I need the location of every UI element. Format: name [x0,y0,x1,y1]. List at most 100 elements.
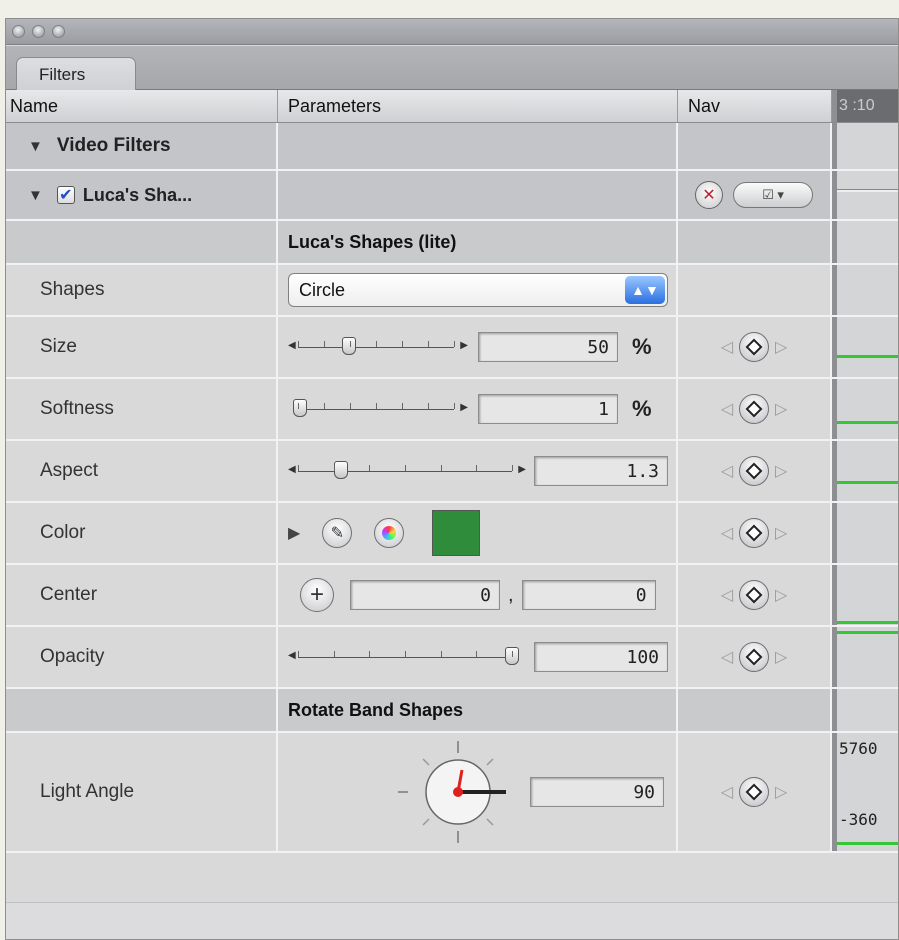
opacity-value-field[interactable]: 100 [534,642,668,672]
keyframe-curve [837,631,898,634]
remove-filter-icon[interactable]: ✕ [695,181,723,209]
slider-tick [376,403,377,409]
slider-tick [333,651,335,657]
keyframe-button[interactable] [739,777,769,807]
slider-tick [476,651,478,657]
param-label: Aspect [6,441,278,501]
next-keyframe-icon[interactable]: ▷ [775,585,787,605]
empty-cell [678,221,832,263]
column-header-parameters[interactable]: Parameters [278,90,678,122]
keyframe-button[interactable] [739,394,769,424]
previous-keyframe-icon[interactable]: ◁ [721,399,733,419]
light-angle-value-field[interactable]: 90 [530,777,664,807]
close-window-button[interactable] [12,25,25,38]
timeline-cell [832,317,898,377]
param-label: Center [6,565,278,625]
slider-tick [369,651,371,657]
shapes-select[interactable]: Circle ▲▼ [288,273,668,307]
disclosure-triangle-icon[interactable]: ▼ [28,187,43,204]
softness-slider[interactable]: ▶ [288,397,468,421]
previous-keyframe-icon[interactable]: ◁ [721,585,733,605]
timeline-cell [832,221,898,263]
light-angle-cell: 90 [278,733,678,851]
slider-tick [454,341,455,347]
softness-nav: ◁ ▷ [678,379,832,439]
next-keyframe-icon[interactable]: ▷ [775,337,787,357]
slider-tick [512,651,513,657]
empty-cell [6,221,278,263]
previous-keyframe-icon[interactable]: ◁ [721,647,733,667]
keyframe-button[interactable] [739,332,769,362]
color-nav: ◁ ▷ [678,503,832,563]
slider-thumb[interactable] [333,461,348,479]
center-x-field[interactable]: 0 [350,580,500,610]
previous-keyframe-icon[interactable]: ◁ [721,782,733,802]
size-value-field[interactable]: 50 [478,332,618,362]
slider-right-arrow-icon[interactable]: ▶ [460,402,468,413]
slider-tick [350,341,351,347]
color-swatch[interactable] [432,510,481,556]
angle-dial[interactable] [378,737,528,847]
eyedropper-icon[interactable]: ✎ [322,518,353,548]
slider-thumb[interactable] [292,399,307,417]
crosshair-icon[interactable]: + [300,578,334,612]
softness-value-field[interactable]: 1 [478,394,618,424]
slider-tick [369,465,371,471]
previous-keyframe-icon[interactable]: ◁ [721,337,733,357]
param-row-shapes: Shapes Circle ▲▼ [6,265,898,317]
previous-keyframe-icon[interactable]: ◁ [721,523,733,543]
disclosure-triangle-icon[interactable]: ▼ [28,138,43,155]
disclosure-triangle-icon[interactable]: ▶ [288,523,300,543]
keyframe-button[interactable] [739,580,769,610]
next-keyframe-icon[interactable]: ▷ [775,461,787,481]
keyframe-button[interactable] [739,456,769,486]
color-picker-icon[interactable] [374,518,405,548]
slider-left-arrow-icon[interactable]: ◀ [288,650,296,661]
next-keyframe-icon[interactable]: ▷ [775,782,787,802]
column-header-name[interactable]: Name [6,90,278,122]
previous-keyframe-icon[interactable]: ◁ [721,461,733,481]
next-keyframe-icon[interactable]: ▷ [775,523,787,543]
slider-tick [324,341,325,347]
timeline-timecode: 3 :10 [832,90,898,122]
opacity-cell: ◀ 100 [278,627,678,687]
timeline-lower-value: -360 [839,810,878,829]
slider-right-arrow-icon[interactable]: ▶ [460,340,468,351]
keyframe-curve [837,842,898,845]
aspect-slider[interactable]: ◀ ▶ [288,459,526,483]
timeline-cell [832,265,898,315]
center-y-field[interactable]: 0 [521,580,656,610]
timeline-cell [832,627,898,687]
section-title-text: Rotate Band Shapes [288,699,464,720]
minimize-window-button[interactable] [32,25,45,38]
video-filters-group[interactable]: ▼ Video Filters [6,123,278,169]
keyframe-button[interactable] [739,642,769,672]
filter-enabled-checkbox[interactable]: ✔ [56,186,75,204]
zoom-window-button[interactable] [52,25,65,38]
next-keyframe-icon[interactable]: ▷ [775,647,787,667]
slider-left-arrow-icon[interactable]: ◀ [288,464,296,475]
empty-cell [678,265,832,315]
keyframe-button[interactable] [739,518,769,548]
aspect-value-field[interactable]: 1.3 [534,456,668,486]
slider-tick [350,403,351,409]
keyframe-curve [837,355,898,358]
param-row-softness: Softness ▶ 1 % ◁ ▷ [6,379,898,441]
slider-left-arrow-icon[interactable]: ◀ [288,340,296,351]
param-label: Shapes [6,265,278,315]
next-keyframe-icon[interactable]: ▷ [775,399,787,419]
column-header-nav[interactable]: Nav [678,90,832,122]
keyframe-curve [837,621,898,624]
timeline-cell [832,123,898,169]
timeline-cell: 5760 -360 [832,733,898,851]
opacity-slider[interactable]: ◀ [288,645,526,669]
empty-cell [278,171,678,219]
timeline-cell [832,503,898,563]
filter-item[interactable]: ▼ ✔ Luca's Sha... [6,171,278,219]
size-slider[interactable]: ◀ ▶ [288,335,468,359]
slider-right-arrow-icon[interactable]: ▶ [518,464,526,475]
filter-menu-icon[interactable]: ☑ ▾ [733,182,813,208]
param-row-aspect: Aspect ◀ ▶ 1.3 ◁ ▷ [6,441,898,503]
video-filters-label: Video Filters [56,135,171,156]
tab-filters[interactable]: Filters [16,57,136,91]
